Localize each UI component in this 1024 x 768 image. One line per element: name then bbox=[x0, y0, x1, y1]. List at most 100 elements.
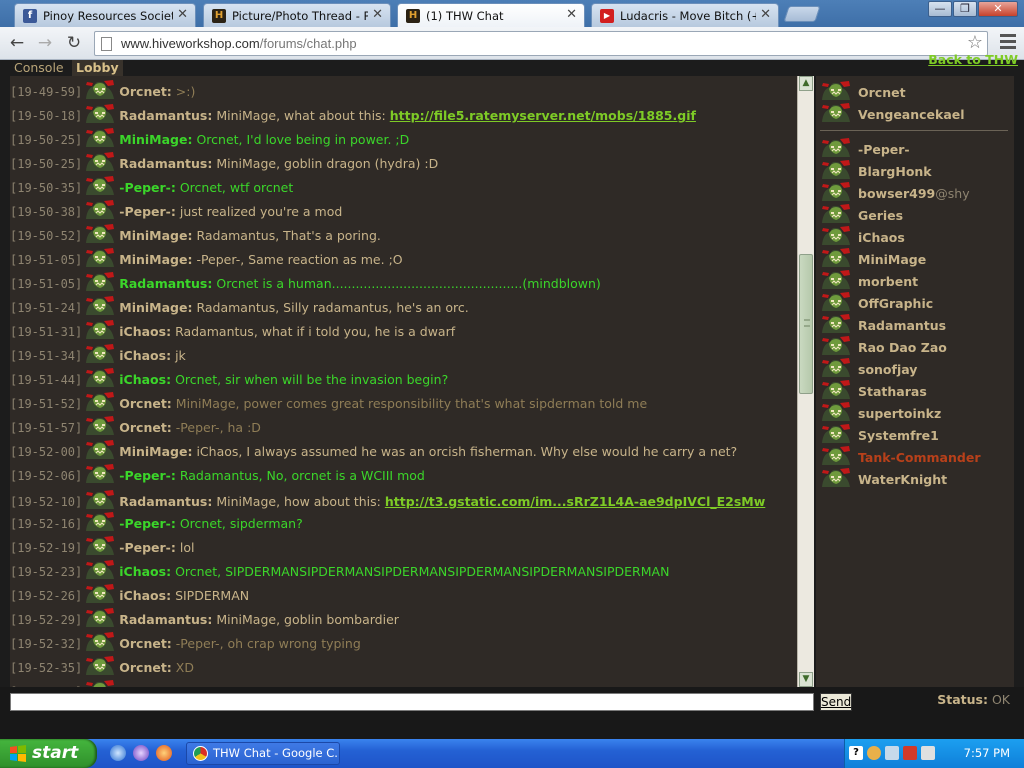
browser-tab-3-active[interactable]: H (1) THW Chat ✕ bbox=[397, 3, 585, 28]
address-bar[interactable]: www.hiveworkshop.com/forums/chat.php ☆ bbox=[94, 31, 988, 56]
back-arrow-icon[interactable]: ← bbox=[6, 32, 28, 54]
message-nick[interactable]: Orcnet: bbox=[119, 660, 172, 675]
media-icon[interactable] bbox=[133, 745, 149, 761]
message-nick[interactable]: -Peper-: bbox=[119, 204, 176, 219]
close-tab-icon[interactable]: ✕ bbox=[566, 7, 577, 22]
firefox-icon[interactable] bbox=[156, 745, 172, 761]
message-nick[interactable]: -Peper-: bbox=[119, 180, 176, 195]
message-nick[interactable]: iChaos: bbox=[119, 348, 171, 363]
user-list-item[interactable]: OffGraphic bbox=[818, 291, 933, 313]
scroll-down-arrow-icon[interactable]: ▼ bbox=[799, 672, 813, 687]
browser-tab-4[interactable]: ▶ Ludacris - Move Bitch (+Lyric ✕ bbox=[591, 3, 779, 27]
start-button[interactable]: start bbox=[0, 739, 97, 768]
user-list-item[interactable]: Tank-Commander bbox=[818, 445, 981, 467]
message-nick[interactable]: Orcnet: bbox=[119, 420, 172, 435]
message-nick[interactable]: -Peper-: bbox=[119, 468, 176, 483]
message-nick[interactable]: MiniMage: bbox=[119, 252, 192, 267]
message-input[interactable] bbox=[10, 693, 814, 711]
moderator-list-item[interactable]: Vengeancekael bbox=[818, 102, 965, 124]
message-nick[interactable]: Orcnet: bbox=[119, 84, 172, 99]
reload-icon[interactable]: ↻ bbox=[63, 32, 85, 54]
chat-messages[interactable]: [19-49-59] Orcnet: >:) [19-50-18] Radamantu… bbox=[10, 76, 796, 687]
message-nick[interactable]: -Peper-: bbox=[119, 540, 176, 555]
forward-arrow-icon[interactable]: → bbox=[34, 32, 56, 54]
user-list-item[interactable]: supertoinkz bbox=[818, 401, 941, 423]
close-tab-icon[interactable]: ✕ bbox=[372, 7, 383, 22]
connection-status: Status: OK bbox=[937, 692, 1010, 707]
user-list-item[interactable]: Radamantus bbox=[818, 313, 946, 335]
chat-message: [19-52-23] iChaos: Orcnet, SIPDERMANSIPDE… bbox=[10, 559, 796, 583]
scroll-up-arrow-icon[interactable]: ▲ bbox=[799, 76, 813, 91]
close-tab-icon[interactable]: ✕ bbox=[177, 7, 188, 22]
bookmark-star-icon[interactable]: ☆ bbox=[967, 32, 983, 53]
message-timestamp: [19-51-57] bbox=[10, 421, 83, 435]
message-nick[interactable]: -Peper-: bbox=[119, 516, 176, 531]
scroll-thumb[interactable] bbox=[799, 254, 813, 394]
send-button[interactable]: Send bbox=[820, 693, 852, 711]
back-to-thw-link[interactable]: Back to THW bbox=[928, 52, 1018, 67]
message-nick[interactable]: iChaos: bbox=[119, 564, 171, 579]
chat-message: [19-50-18] Radamantus: MiniMage, what abo… bbox=[10, 103, 796, 127]
taskbar-item-chrome[interactable]: THW Chat - Google C... bbox=[186, 742, 340, 765]
chat-message: [19-50-35] -Peper-: Orcnet, wtf orcnet bbox=[10, 175, 796, 199]
network-icon[interactable] bbox=[885, 746, 899, 760]
message-nick[interactable]: Radamantus: bbox=[119, 156, 212, 171]
message-link[interactable]: http://t3.gstatic.com/im...sRrZ1L4A-ae9d… bbox=[385, 494, 765, 509]
user-list-item[interactable]: Rao Dao Zao bbox=[818, 335, 947, 357]
message-nick[interactable]: Orcnet: bbox=[119, 636, 172, 651]
message-nick[interactable]: Radamantus: bbox=[119, 276, 212, 291]
tab-console[interactable]: Console bbox=[10, 60, 68, 76]
user-list-item[interactable]: BlargHonk bbox=[818, 159, 932, 181]
user-list-item[interactable]: sonofjay bbox=[818, 357, 917, 379]
message-nick[interactable]: Radamantus: bbox=[119, 494, 212, 509]
message-nick[interactable]: MiniMage: bbox=[119, 300, 192, 315]
moderator-list-item[interactable]: Orcnet bbox=[818, 80, 906, 102]
user-avatar-icon bbox=[86, 344, 115, 363]
help-icon[interactable]: ? bbox=[849, 746, 863, 760]
user-list-item[interactable]: Geries bbox=[818, 203, 903, 225]
message-nick[interactable]: iChaos: bbox=[119, 588, 171, 603]
user-avatar-icon bbox=[822, 182, 850, 201]
menu-icon[interactable] bbox=[1000, 34, 1016, 52]
user-list-item[interactable]: MiniMage bbox=[818, 247, 926, 269]
message-nick[interactable]: iChaos: bbox=[119, 372, 171, 387]
hive-icon: H bbox=[406, 9, 420, 23]
tab-title: Ludacris - Move Bitch (+Lyric bbox=[620, 9, 756, 23]
user-list-item[interactable]: Statharas bbox=[818, 379, 927, 401]
back-tray-icon[interactable] bbox=[867, 746, 881, 760]
message-nick[interactable]: Radamantus: bbox=[119, 612, 212, 627]
message-nick[interactable]: MiniMage: bbox=[119, 444, 192, 459]
shield-icon[interactable] bbox=[903, 746, 917, 760]
maximize-button[interactable]: ❐ bbox=[953, 1, 977, 17]
user-list-item[interactable]: iChaos bbox=[818, 225, 905, 247]
user-list-item[interactable]: bowser499@shy bbox=[818, 181, 970, 203]
message-text: just realized you're a mod bbox=[179, 204, 343, 219]
volume-icon[interactable] bbox=[921, 746, 935, 760]
close-tab-icon[interactable]: ✕ bbox=[760, 7, 771, 22]
new-tab-button[interactable] bbox=[783, 6, 821, 22]
user-list-item[interactable]: WaterKnight bbox=[818, 467, 947, 489]
message-text: Radamantus, what if i told you, he is a … bbox=[175, 324, 456, 339]
message-link[interactable]: http://file5.ratemyserver.net/mobs/1885.… bbox=[390, 108, 696, 123]
moderator-avatar-icon bbox=[822, 81, 850, 100]
message-nick[interactable]: MiniMage: bbox=[119, 132, 192, 147]
message-timestamp: [19-51-52] bbox=[10, 397, 83, 411]
user-avatar-icon bbox=[86, 656, 115, 675]
user-list-item[interactable]: morbent bbox=[818, 269, 918, 291]
user-avatar-icon bbox=[86, 632, 115, 651]
message-nick[interactable]: Orcnet: bbox=[119, 396, 172, 411]
message-nick[interactable]: iChaos: bbox=[119, 324, 171, 339]
message-nick[interactable]: Radamantus: bbox=[119, 108, 212, 123]
browser-tab-1[interactable]: f Pinoy Resources Society ✕ bbox=[14, 3, 196, 27]
user-list-item[interactable]: Systemfre1 bbox=[818, 423, 939, 445]
message-nick[interactable]: MiniMage: bbox=[119, 228, 192, 243]
close-window-button[interactable]: ✕ bbox=[978, 1, 1018, 17]
user-avatar-icon bbox=[86, 296, 115, 315]
browser-tab-2[interactable]: H Picture/Photo Thread - Page ✕ bbox=[203, 3, 391, 27]
minimize-button[interactable]: — bbox=[928, 1, 952, 17]
explorer-icon[interactable] bbox=[110, 745, 126, 761]
user-avatar-icon bbox=[86, 176, 115, 195]
user-list-item[interactable]: -Peper- bbox=[818, 137, 910, 159]
chat-scrollbar[interactable]: ▲ ▼ bbox=[797, 76, 814, 687]
tab-lobby[interactable]: Lobby bbox=[72, 60, 123, 76]
